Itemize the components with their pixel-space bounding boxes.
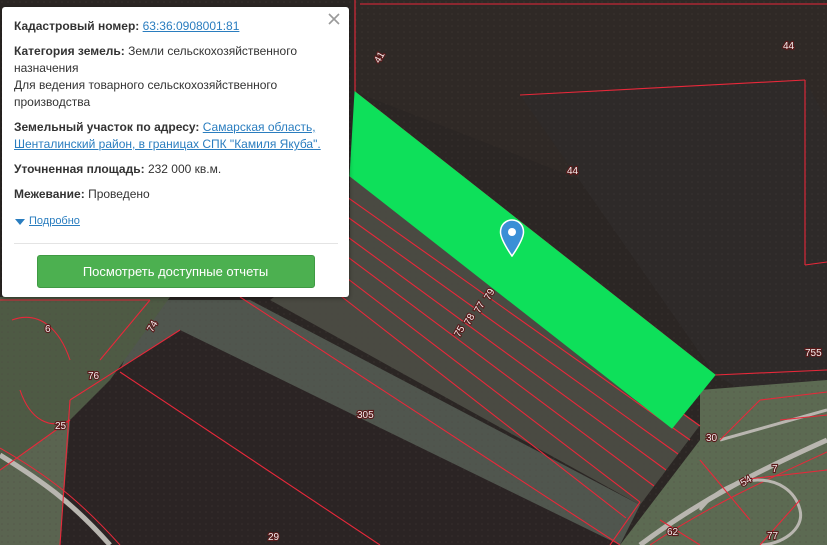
plot-label: 6 — [45, 324, 51, 335]
close-icon[interactable] — [327, 12, 341, 26]
popup-divider — [14, 243, 338, 244]
plot-label: 25 — [55, 421, 67, 432]
area-row: Уточненная площадь: 232 000 кв.м. — [14, 161, 337, 178]
plot-label: 76 — [88, 371, 100, 382]
marker-label: 81 — [508, 256, 517, 257]
survey-label: Межевание: — [14, 187, 85, 201]
cadastral-number-link[interactable]: 63:36:0908001:81 — [143, 19, 240, 33]
details-toggle[interactable]: Подробно — [14, 213, 337, 230]
address-row: Земельный участок по адресу: Самарская о… — [14, 119, 337, 153]
plot-label: 44 — [783, 41, 795, 52]
land-category-label: Категория земель: — [14, 44, 125, 58]
plot-label: 755 — [805, 348, 822, 359]
plot-label: 29 — [268, 532, 280, 543]
details-link[interactable]: Подробно — [29, 213, 80, 230]
plot-label: 30 — [706, 433, 718, 444]
parcel-info-popup: Кадастровый номер: 63:36:0908001:81 Кате… — [2, 7, 349, 297]
view-reports-button[interactable]: Посмотреть доступные отчеты — [36, 255, 315, 288]
cadastral-number-label: Кадастровый номер: — [14, 19, 140, 33]
address-label: Земельный участок по адресу: — [14, 120, 200, 134]
triangle-down-icon — [15, 218, 25, 225]
land-category-row: Категория земель: Земли сельскохозяйстве… — [14, 43, 337, 111]
cadastral-number-row: Кадастровый номер: 63:36:0908001:81 — [14, 18, 337, 35]
plot-label: 62 — [667, 527, 679, 538]
area-label: Уточненная площадь: — [14, 162, 145, 176]
plot-label: 77 — [767, 531, 779, 542]
plot-label: 305 — [357, 410, 374, 421]
area-value: 232 000 кв.м. — [147, 162, 222, 176]
land-usage-value: Для ведения товарного сельскохозяйственн… — [14, 78, 278, 109]
survey-row: Межевание: Проведено — [14, 186, 337, 203]
plot-label: 7 — [772, 464, 778, 475]
survey-value: Проведено — [88, 187, 150, 201]
location-marker-icon[interactable]: 81 — [499, 219, 525, 257]
plot-label: 44 — [567, 166, 579, 177]
